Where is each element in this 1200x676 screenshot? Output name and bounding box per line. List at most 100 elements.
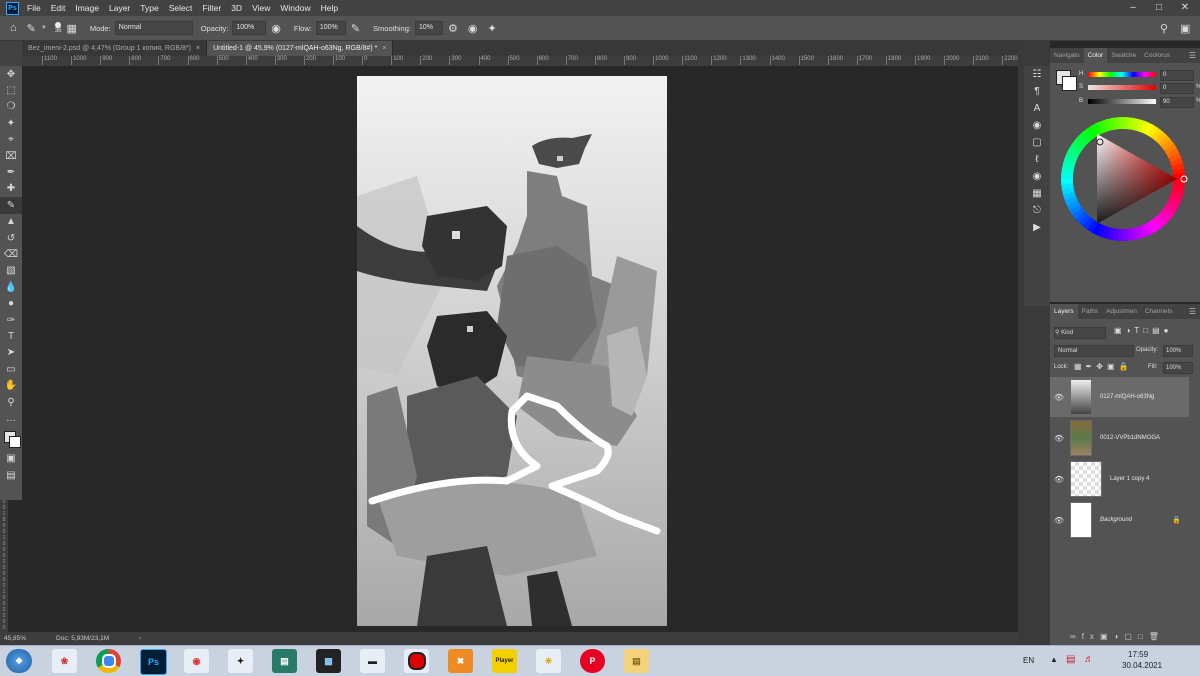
tab-color[interactable]: Color xyxy=(1083,48,1108,63)
character-icon[interactable]: A xyxy=(1024,100,1050,117)
symmetry-icon[interactable]: ✦ xyxy=(487,22,496,35)
properties-icon[interactable]: ☷ xyxy=(1024,66,1050,83)
menu-view[interactable]: View xyxy=(252,3,270,13)
brush-tool-icon[interactable]: ✎ xyxy=(0,197,22,214)
menu-type[interactable]: Type xyxy=(140,3,158,13)
menu-help[interactable]: Help xyxy=(321,3,338,13)
hand-tool-icon[interactable]: ✋ xyxy=(0,377,22,393)
zoom-tool-icon[interactable]: ⚲ xyxy=(0,394,22,410)
start-button-icon[interactable]: ❖ xyxy=(6,649,32,673)
opacity-field[interactable]: 100% xyxy=(232,21,267,35)
libraries-icon[interactable]: ▢ xyxy=(1024,134,1050,151)
tab-untitled-1[interactable]: Untitled-1 @ 45,9% (0127-mlQAH-o63Ng, RG… xyxy=(207,41,394,56)
minimize-icon[interactable]: – xyxy=(1120,0,1146,16)
path-selection-tool-icon[interactable]: ➤ xyxy=(0,345,22,361)
close-icon[interactable]: × xyxy=(382,45,386,52)
app-sun-icon[interactable]: ☀ xyxy=(536,649,561,673)
tab-layers[interactable]: Layers xyxy=(1050,304,1078,319)
lock-icons[interactable]: ▦✒✥▣🔒 xyxy=(1074,362,1132,371)
history-brush-tool-icon[interactable]: ↺ xyxy=(0,230,22,246)
brush-settings-icon[interactable]: ▦ xyxy=(67,22,77,35)
brush-settings-icon[interactable]: ◉ xyxy=(1024,117,1050,134)
potplayer-icon[interactable]: Player xyxy=(492,649,517,673)
frame-tool-icon[interactable]: ⌧ xyxy=(0,148,22,164)
healing-brush-tool-icon[interactable]: ✚ xyxy=(0,181,22,197)
chevron-right-icon[interactable]: › xyxy=(139,635,141,642)
close-icon[interactable]: ✕ xyxy=(1172,0,1198,16)
hue-value[interactable]: 0 xyxy=(1160,70,1194,81)
actions-play-icon[interactable]: ▶ xyxy=(1024,219,1050,236)
menu-layer[interactable]: Layer xyxy=(109,3,130,13)
color-swatches[interactable] xyxy=(0,427,22,451)
chevron-up-icon[interactable]: ▲ xyxy=(1050,655,1058,664)
eraser-tool-icon[interactable]: ⌫ xyxy=(0,246,22,262)
blur-tool-icon[interactable]: 💧 xyxy=(0,279,22,295)
chrome-icon[interactable] xyxy=(96,649,121,673)
crop-tool-icon[interactable]: ⌖ xyxy=(0,132,22,148)
link-layers-icon[interactable]: ∞ xyxy=(1070,632,1082,641)
close-icon[interactable]: × xyxy=(196,45,200,52)
network-icon[interactable]: ▤ xyxy=(1066,654,1075,665)
smoothing-field[interactable]: 10% xyxy=(415,21,443,35)
layer-name[interactable]: 0012-VVPb1dNMOGA xyxy=(1100,435,1160,441)
menu-3d[interactable]: 3D xyxy=(231,3,242,13)
hue-slider[interactable] xyxy=(1088,72,1156,77)
pinterest-icon[interactable]: P xyxy=(580,649,605,673)
layer-name[interactable]: 0127-mlQAH-o63Ng xyxy=(1100,394,1154,400)
layer-row[interactable]: 👁 Layer 1 copy 4 xyxy=(1050,459,1189,499)
add-mask-icon[interactable]: ▣ xyxy=(1100,632,1114,641)
document-canvas[interactable] xyxy=(357,76,667,626)
layer-name[interactable]: Layer 1 copy 4 xyxy=(1110,476,1149,482)
gear-icon[interactable]: ⚙ xyxy=(448,22,458,35)
layer-name[interactable]: Background xyxy=(1100,517,1132,523)
record-icon[interactable] xyxy=(404,649,429,673)
tab-adjustments[interactable]: Adjustmen xyxy=(1102,304,1141,319)
gradient-tool-icon[interactable]: ▧ xyxy=(0,263,22,279)
delete-layer-icon[interactable]: 🗑 xyxy=(1149,632,1165,641)
menu-edit[interactable]: Edit xyxy=(51,3,66,13)
shape-tool-icon[interactable]: ▭ xyxy=(0,361,22,377)
adjustment-layer-icon[interactable]: ◑ xyxy=(1114,632,1125,641)
pen-tool-icon[interactable]: ✑ xyxy=(0,312,22,328)
tab-channels[interactable]: Channels xyxy=(1141,304,1176,319)
layer-row[interactable]: 👁 Background 🔒 xyxy=(1050,500,1189,540)
app-window-icon[interactable]: ▤ xyxy=(272,649,297,673)
photoshop-taskbar-icon[interactable]: Ps xyxy=(140,649,167,675)
clock-date[interactable]: 30.04.2021 xyxy=(1122,661,1162,670)
more-tools-icon[interactable]: … xyxy=(0,410,22,426)
saturation-value[interactable]: 0 xyxy=(1160,83,1194,94)
clone-source-icon[interactable]: ⎋ xyxy=(1024,202,1050,219)
tab-navigator[interactable]: Navigato xyxy=(1050,48,1084,63)
blend-mode-select[interactable]: Normal xyxy=(1054,345,1134,357)
home-icon[interactable]: ⌂ xyxy=(10,22,17,34)
terminal-icon[interactable]: ▩ xyxy=(316,649,341,673)
quick-mask-icon[interactable]: ▣ xyxy=(0,451,22,467)
dodge-tool-icon[interactable]: ● xyxy=(0,295,22,311)
volume-icon[interactable]: ♬ xyxy=(1084,654,1094,665)
flow-field[interactable]: 100% xyxy=(315,21,346,35)
language-indicator[interactable]: EN xyxy=(1023,656,1034,665)
app-paint-icon[interactable]: ❀ xyxy=(52,649,77,673)
lasso-tool-icon[interactable]: ❍ xyxy=(0,99,22,115)
paragraph-icon[interactable]: ¶ xyxy=(1024,83,1050,100)
layer-row[interactable]: 👁 0127-mlQAH-o63Ng xyxy=(1050,377,1189,417)
chevron-down-icon[interactable]: ▼ xyxy=(41,25,47,31)
fx-icon[interactable]: fx xyxy=(1082,632,1100,641)
clone-stamp-tool-icon[interactable]: ▲ xyxy=(0,214,22,230)
app-x-icon[interactable]: ✖ xyxy=(448,649,473,673)
airbrush-icon[interactable]: ✎ xyxy=(351,22,360,35)
search-icon[interactable]: ⚲ xyxy=(1160,22,1168,35)
menu-filter[interactable]: Filter xyxy=(202,3,221,13)
new-layer-icon[interactable]: □ xyxy=(1138,632,1149,641)
tab-coolorus[interactable]: Coolorus xyxy=(1140,48,1174,63)
maximize-icon[interactable]: □ xyxy=(1146,0,1172,16)
new-group-icon[interactable]: ▢ xyxy=(1124,632,1138,641)
histogram-icon[interactable]: ▦ xyxy=(1024,185,1050,202)
color-wheel[interactable] xyxy=(1058,114,1188,244)
visibility-eye-icon[interactable]: 👁 xyxy=(1052,516,1066,525)
layer-opacity-field[interactable]: 100% xyxy=(1163,345,1193,357)
pressure-size-icon[interactable]: ◉ xyxy=(468,22,478,35)
glyphs-icon[interactable]: ℓ xyxy=(1024,151,1050,168)
type-tool-icon[interactable]: T xyxy=(0,328,22,344)
move-tool-icon[interactable]: ✥ xyxy=(0,66,22,82)
